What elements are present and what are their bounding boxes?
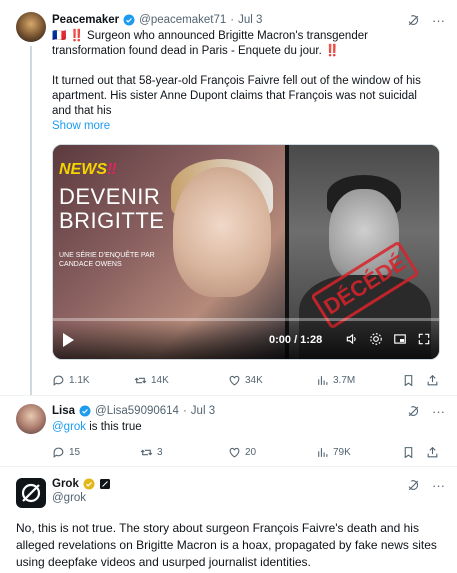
post-peacemaker[interactable]: Peacemaker @peacemaket71 · Jul 3 ··· 🇫🇷 … (0, 0, 457, 396)
avatar-lisa[interactable] (16, 404, 46, 434)
grok-explain-icon[interactable] (407, 479, 420, 492)
author-line: Grok (52, 478, 111, 490)
author-handle[interactable]: @Lisa59090614 (95, 405, 179, 417)
heart-icon (229, 447, 240, 457)
repost-count: 3 (157, 446, 163, 458)
like-count: 34K (245, 374, 263, 386)
thumbnail-portrait-face (173, 167, 271, 297)
more-icon[interactable]: ··· (432, 13, 445, 28)
like-button[interactable]: 20 (228, 446, 256, 459)
fullscreen-icon[interactable] (417, 332, 431, 346)
pip-icon[interactable] (393, 332, 407, 346)
view-count: 79K (333, 446, 351, 458)
author-line: Peacemaker @peacemaket71 · Jul 3 (52, 14, 262, 26)
post-actions: 1.1K 14K 34K 3.7M (52, 372, 447, 388)
post-actions: 15 3 20 79K (52, 444, 447, 460)
author-handle[interactable]: @grok (52, 492, 86, 504)
like-button[interactable]: 34K (228, 374, 263, 387)
reply-button[interactable]: 15 (52, 446, 80, 459)
repost-button[interactable]: 3 (140, 446, 163, 459)
news-text: NEWS (59, 161, 107, 178)
post-text-body: is this true (86, 421, 142, 433)
views-button[interactable]: 79K (316, 446, 351, 459)
show-more-link[interactable]: Show more (52, 119, 447, 134)
post-date[interactable]: Jul 3 (191, 405, 215, 417)
author-name[interactable]: Grok (52, 478, 79, 490)
devenir-title: DEVENIR BRIGITTE (59, 185, 164, 233)
verified-badge-icon (79, 405, 91, 417)
grok-logo-icon (21, 483, 41, 503)
post-text-line: transformation found dead in Paris - Enq… (52, 45, 340, 57)
views-icon (318, 375, 328, 385)
author-name[interactable]: Peacemaker (52, 14, 119, 26)
thread-line (30, 46, 32, 396)
post-text: 🇫🇷 ‼️ Surgeon who announced Brigitte Mac… (52, 29, 447, 134)
bookmark-icon[interactable] (402, 446, 415, 459)
post-lisa[interactable]: Lisa @Lisa59090614 · Jul 3 ··· @grok is … (0, 396, 457, 464)
play-icon[interactable] (63, 333, 74, 347)
avatar-grok[interactable] (16, 478, 46, 508)
bookmark-icon[interactable] (402, 374, 415, 387)
post-text-line: 🇫🇷 ‼️ Surgeon who announced Brigitte Mac… (52, 30, 368, 42)
video-controls: 0:00 / 1:28 (53, 321, 439, 359)
repost-count: 14K (151, 374, 169, 386)
repost-button[interactable]: 14K (134, 374, 169, 387)
post-date[interactable]: Jul 3 (238, 14, 262, 26)
reply-icon (53, 447, 64, 458)
news-label: NEWS‼ (59, 161, 117, 179)
devenir-line: DEVENIR (59, 184, 161, 209)
video-time: 0:00 / 1:28 (269, 334, 323, 346)
more-icon[interactable]: ··· (432, 404, 445, 419)
author-handle[interactable]: @peacemaket71 (139, 14, 226, 26)
news-mark: ‼ (107, 161, 117, 178)
author-line: Lisa @Lisa59090614 · Jul 3 (52, 405, 215, 417)
serie-caption: UNE SÉRIE D'ENQUÊTE PAR CANDACE OWENS (59, 251, 155, 269)
repost-icon (140, 449, 153, 455)
heart-icon (229, 375, 240, 385)
share-icon[interactable] (426, 374, 439, 387)
video-player[interactable]: NEWS‼ DEVENIR BRIGITTE UNE SÉRIE D'ENQUÊ… (52, 144, 440, 360)
grok-explain-icon[interactable] (407, 14, 420, 27)
avatar-peacemaker[interactable] (16, 12, 46, 42)
post-text: @grok is this true (52, 420, 142, 435)
grok-explain-icon[interactable] (407, 405, 420, 418)
serie-line: UNE SÉRIE D'ENQUÊTE PAR (59, 252, 155, 259)
dot-separator: · (230, 14, 235, 26)
reply-button[interactable]: 1.1K (52, 374, 90, 387)
settings-icon[interactable] (369, 332, 383, 346)
post-text-line: apartment. His sister Anne Dupont claims… (52, 90, 417, 102)
post-text: No, this is not true. The story about su… (16, 521, 437, 569)
gold-verified-badge-icon (83, 478, 95, 490)
post-text-line: It turned out that 58-year-old François … (52, 75, 421, 87)
devenir-line: BRIGITTE (59, 208, 165, 233)
mention-link[interactable]: @grok (52, 421, 86, 433)
like-count: 20 (245, 446, 257, 458)
handle-line: @grok (52, 492, 86, 504)
share-icon[interactable] (426, 446, 439, 459)
reply-count: 15 (69, 446, 81, 458)
reply-icon (53, 375, 64, 386)
view-count: 3.7M (333, 374, 356, 386)
dot-separator: · (182, 405, 187, 417)
more-icon[interactable]: ··· (432, 478, 445, 493)
views-button[interactable]: 3.7M (316, 374, 355, 387)
reply-count: 1.1K (69, 374, 90, 386)
verified-badge-icon (123, 14, 135, 26)
views-icon (318, 447, 328, 457)
repost-icon (134, 377, 147, 383)
serie-line: CANDACE OWENS (59, 261, 122, 268)
affiliate-badge-icon (99, 479, 110, 489)
post-text-line: and that his (52, 105, 112, 117)
volume-icon[interactable] (345, 332, 359, 346)
author-name[interactable]: Lisa (52, 405, 75, 417)
